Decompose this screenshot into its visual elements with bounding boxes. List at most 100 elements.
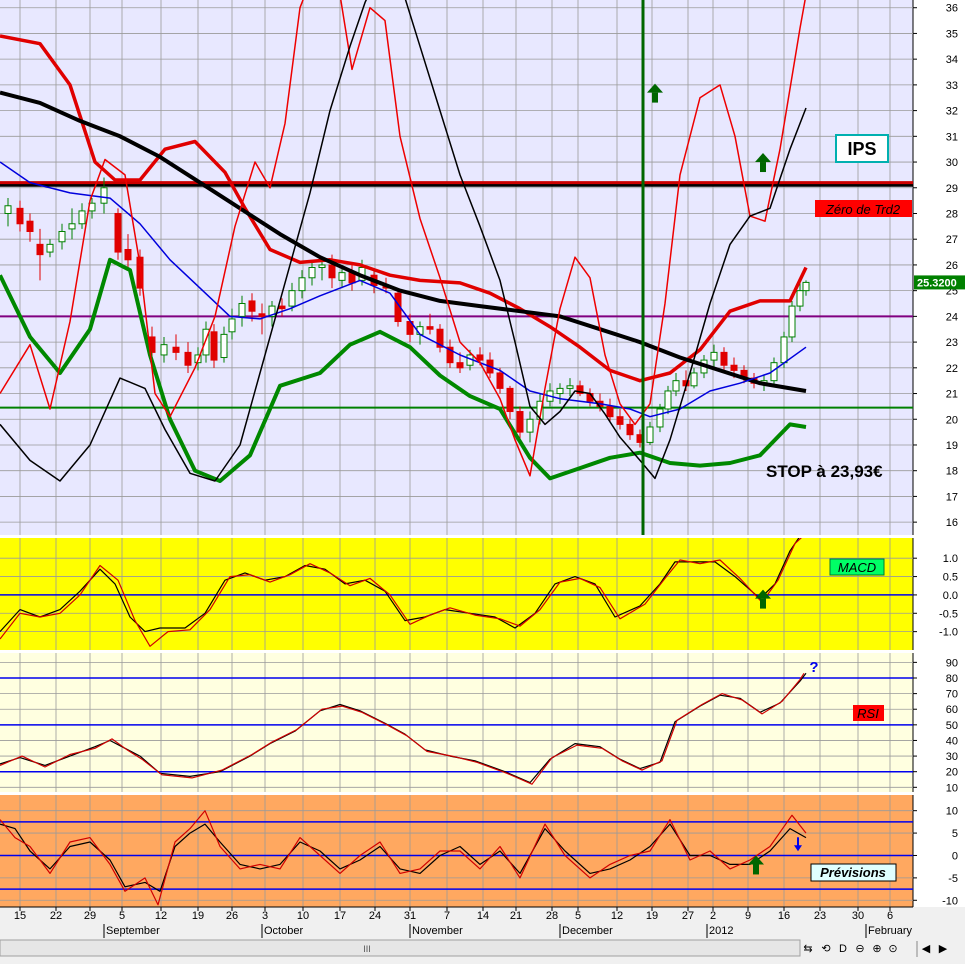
macd-ytick-label: 1.0 (943, 553, 958, 565)
date-tick-label: 7 (444, 910, 450, 922)
date-tick-label: 16 (778, 910, 790, 922)
scroll-left-button[interactable]: ◀ (922, 943, 931, 955)
candle-body (58, 230, 66, 243)
candle-body (730, 364, 738, 371)
candle-body (526, 418, 534, 433)
rsi-ytick-label: 10 (946, 782, 958, 794)
candle-body (36, 243, 44, 256)
candle-body (328, 264, 336, 279)
rsi-question-mark: ? (809, 659, 818, 676)
candle-body (228, 318, 236, 333)
macd-up-arrow-icon-shaft (760, 598, 766, 609)
price-ytick-label: 30 (946, 157, 958, 169)
date-tick-label: 17 (334, 910, 346, 922)
price-ytick-label: 29 (946, 183, 958, 195)
date-tick-label: 19 (192, 910, 204, 922)
rsi-ytick-label: 80 (946, 673, 958, 685)
pan-icon[interactable]: ⇆ (803, 943, 812, 955)
last-price-label: 25.3200 (917, 277, 957, 289)
candle-body (616, 416, 624, 425)
zoom-in-icon[interactable]: ⊕ (872, 943, 881, 955)
month-label: November (412, 925, 463, 937)
ips-title: IPS (847, 139, 876, 159)
rsi-ytick-label: 90 (946, 657, 958, 669)
candle-body (626, 423, 634, 436)
candle-body (496, 372, 504, 389)
candle-body (802, 281, 810, 292)
candle-body (238, 303, 246, 317)
candle-body (248, 300, 256, 312)
month-label: February (868, 925, 913, 937)
date-tick-label: 10 (297, 910, 309, 922)
rsi-label: RSI (857, 706, 879, 721)
price-ytick-label: 27 (946, 234, 958, 246)
price-up-arrow-icon-shaft (652, 92, 658, 103)
scroll-right-button[interactable]: ▶ (939, 943, 948, 955)
date-tick-label: 6 (887, 910, 893, 922)
date-tick-label: 30 (852, 910, 864, 922)
candle-body (124, 248, 132, 261)
date-tick-label: 21 (510, 910, 522, 922)
date-tick-label: 31 (404, 910, 416, 922)
month-label: December (562, 925, 613, 937)
date-tick-label: 5 (575, 910, 581, 922)
date-tick-label: 2 (710, 910, 716, 922)
candle-body (288, 290, 296, 307)
price-ytick-label: 24 (946, 311, 958, 323)
candle-body (606, 405, 614, 418)
rsi-ytick-label: 70 (946, 689, 958, 701)
price-ytick-label: 20 (946, 414, 958, 426)
price-ytick-label: 32 (946, 106, 958, 118)
horizontal-scrollbar[interactable] (0, 939, 801, 957)
price-ytick-label: 31 (946, 131, 958, 143)
macd-ytick-label: 0.0 (943, 590, 958, 602)
macd-ytick-label: -1.0 (939, 627, 958, 639)
price-ytick-label: 21 (946, 389, 958, 401)
date-tick-label: 28 (546, 910, 558, 922)
candle-body (672, 380, 680, 392)
zoom-reset-icon[interactable]: ⊙ (888, 943, 897, 955)
previsions-ytick-label: 5 (952, 828, 958, 840)
price-ytick-label: 28 (946, 208, 958, 220)
previsions-ytick-label: -5 (948, 873, 958, 885)
candle-body (298, 277, 306, 292)
macd-label: MACD (838, 560, 876, 575)
price-ytick-label: 26 (946, 260, 958, 272)
price-ytick-label: 33 (946, 80, 958, 92)
zoom-out-icon[interactable]: ⊖ (855, 943, 864, 955)
previsions-label: Prévisions (820, 865, 886, 880)
candle-body (476, 354, 484, 361)
scrollbar-grip[interactable]: III (363, 944, 371, 954)
candle-body (780, 336, 788, 364)
price-ytick-label: 36 (946, 3, 958, 15)
date-tick-label: 14 (477, 910, 489, 922)
candle-body (506, 387, 514, 413)
refresh-icon[interactable]: ⟲ (821, 943, 830, 955)
date-tick-label: 12 (155, 910, 167, 922)
date-button[interactable]: D (839, 943, 847, 955)
date-tick-label: 15 (14, 910, 26, 922)
candle-body (210, 331, 218, 361)
date-tick-label: 24 (369, 910, 381, 922)
date-tick-label: 23 (814, 910, 826, 922)
price-ytick-label: 22 (946, 363, 958, 375)
candle-body (26, 220, 34, 232)
rsi-ytick-label: 60 (946, 704, 958, 716)
candle-body (68, 223, 76, 230)
rsi-ytick-label: 30 (946, 751, 958, 763)
previsions-ytick-label: 10 (946, 806, 958, 818)
candle-body (556, 387, 564, 395)
candle-body (308, 267, 316, 279)
date-tick-label: 26 (226, 910, 238, 922)
macd-ytick-label: -0.5 (939, 608, 958, 620)
candle-body (278, 305, 286, 310)
date-tick-label: 19 (646, 910, 658, 922)
date-tick-label: 3 (262, 910, 268, 922)
zero-trd2-label: Zéro de Trd2 (825, 202, 901, 217)
date-tick-label: 22 (50, 910, 62, 922)
candle-body (220, 333, 228, 359)
candle-body (646, 426, 654, 443)
date-tick-label: 27 (682, 910, 694, 922)
date-tick-label: 5 (119, 910, 125, 922)
candle-body (566, 385, 574, 389)
